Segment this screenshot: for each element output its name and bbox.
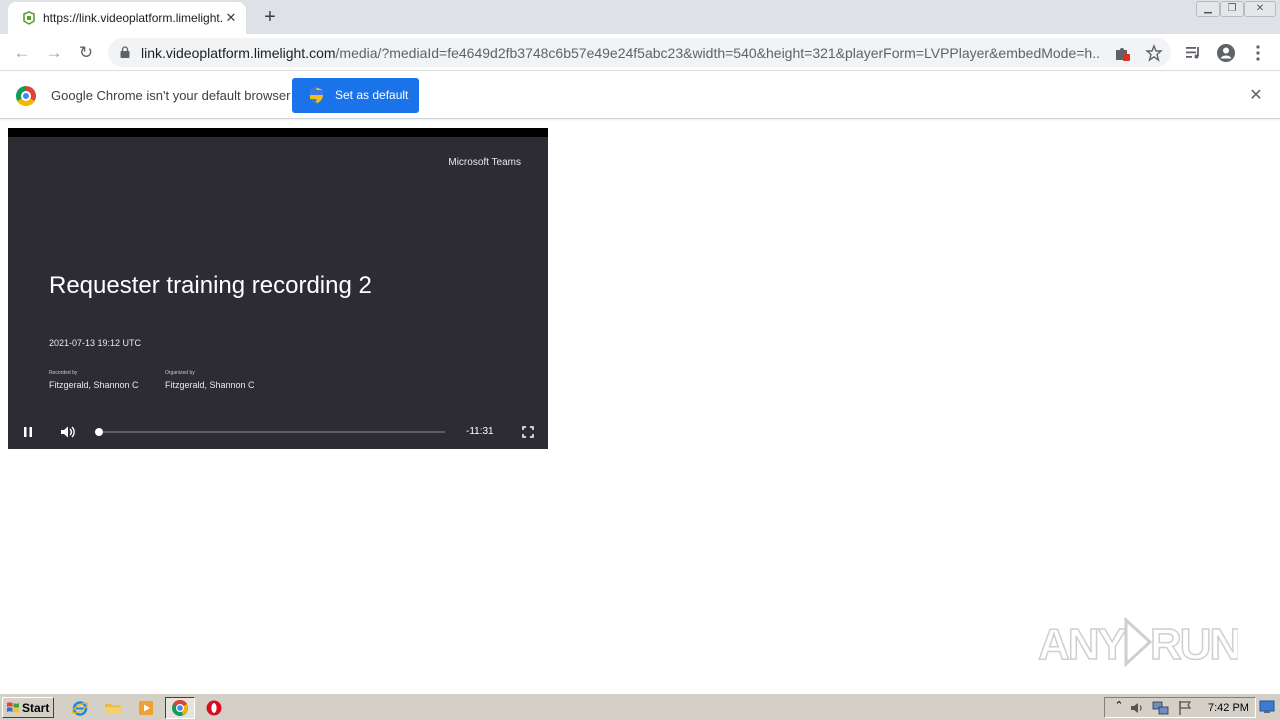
recorded-by-name: Fitzgerald, Shannon C xyxy=(49,380,139,390)
svg-text:RUN: RUN xyxy=(1150,620,1238,669)
restore-icon[interactable]: ❐ xyxy=(1220,1,1244,17)
start-label: Start xyxy=(22,701,50,715)
opera-icon[interactable] xyxy=(205,699,223,717)
tray-expand-icon[interactable]: ⌃ xyxy=(1110,699,1128,717)
taskbar-clock: 7:42 PM xyxy=(1208,702,1249,714)
url-text[interactable]: link.videoplatform.limelight.com/media/?… xyxy=(141,45,1101,61)
set-as-default-label: Set as default xyxy=(335,88,409,102)
fullscreen-button[interactable] xyxy=(519,423,537,441)
infobar-message: Google Chrome isn't your default browser xyxy=(51,88,291,103)
windows-taskbar: Start ⌃ 7:42 PM xyxy=(0,693,1280,720)
seek-handle[interactable] xyxy=(95,428,103,436)
player-controls: -11:31 xyxy=(8,418,548,446)
brand-label: Microsoft Teams xyxy=(448,157,521,168)
recorded-by-label: Recorded by xyxy=(49,370,78,376)
explorer-icon[interactable] xyxy=(104,699,122,717)
address-bar[interactable]: link.videoplatform.limelight.com/media/?… xyxy=(108,38,1171,67)
organized-by-label: Organized by xyxy=(165,370,195,376)
organized-by-name: Fitzgerald, Shannon C xyxy=(165,380,255,390)
default-browser-infobar: Google Chrome isn't your default browser… xyxy=(0,72,1280,119)
start-button[interactable]: Start xyxy=(2,697,54,718)
windows-flag-icon xyxy=(7,702,19,713)
seek-bar[interactable] xyxy=(98,431,445,433)
infobar-close-icon[interactable]: ✕ xyxy=(1246,86,1266,106)
ie-icon[interactable] xyxy=(71,699,89,717)
recording-date: 2021-07-13 19:12 UTC xyxy=(49,338,142,348)
pause-button[interactable] xyxy=(19,423,37,441)
video-player[interactable]: Microsoft Teams Requester training recor… xyxy=(8,128,548,449)
back-button[interactable]: ← xyxy=(10,41,34,65)
time-remaining: -11:31 xyxy=(466,426,494,437)
media-controls-icon[interactable] xyxy=(1184,43,1204,63)
volume-button[interactable] xyxy=(59,423,77,441)
recording-title: Requester training recording 2 xyxy=(49,272,372,299)
bookmark-star-icon[interactable] xyxy=(1145,44,1163,62)
url-host: link.videoplatform.limelight.com xyxy=(141,45,336,61)
minimize-icon[interactable]: ▁ xyxy=(1196,1,1220,17)
volume-tray-icon[interactable] xyxy=(1128,699,1146,717)
forward-button[interactable]: → xyxy=(42,41,66,65)
tab-title: https://link.videoplatform.limelight.c xyxy=(43,11,223,25)
new-tab-button[interactable]: + xyxy=(259,6,281,28)
media-player-icon[interactable] xyxy=(137,699,155,717)
tab-close-icon[interactable]: ✕ xyxy=(223,10,239,26)
chrome-logo-icon xyxy=(16,86,36,106)
tab-strip: https://link.videoplatform.limelight.c ✕… xyxy=(0,0,1280,34)
set-as-default-button[interactable]: Set as default xyxy=(292,78,419,113)
browser-tab[interactable]: https://link.videoplatform.limelight.c ✕ xyxy=(8,2,246,34)
tab-favicon-icon xyxy=(23,11,35,25)
show-desktop-icon[interactable] xyxy=(1259,700,1275,714)
browser-toolbar: ← → ↻ link.videoplatform.limelight.com/m… xyxy=(0,34,1280,71)
lock-icon xyxy=(120,46,130,58)
network-tray-icon[interactable] xyxy=(1152,699,1170,717)
url-path: /media/?mediaId=fe4649d2fb3748c6b57e49e2… xyxy=(335,45,1101,61)
menu-kebab-icon[interactable] xyxy=(1248,43,1268,63)
profile-avatar-icon[interactable] xyxy=(1216,43,1236,63)
extension-blocked-icon[interactable] xyxy=(1113,44,1131,62)
svg-text:ANY: ANY xyxy=(1038,620,1127,669)
taskbar-chrome-button[interactable] xyxy=(165,697,195,719)
chrome-icon xyxy=(172,699,188,716)
anyrun-watermark-logo: ANY RUN xyxy=(1038,616,1238,670)
action-center-flag-icon[interactable] xyxy=(1176,699,1194,717)
window-close-icon[interactable]: ✕ xyxy=(1244,1,1276,17)
uac-shield-icon xyxy=(310,87,323,104)
video-frame: Microsoft Teams Requester training recor… xyxy=(8,137,548,449)
reload-button[interactable]: ↻ xyxy=(74,41,98,65)
